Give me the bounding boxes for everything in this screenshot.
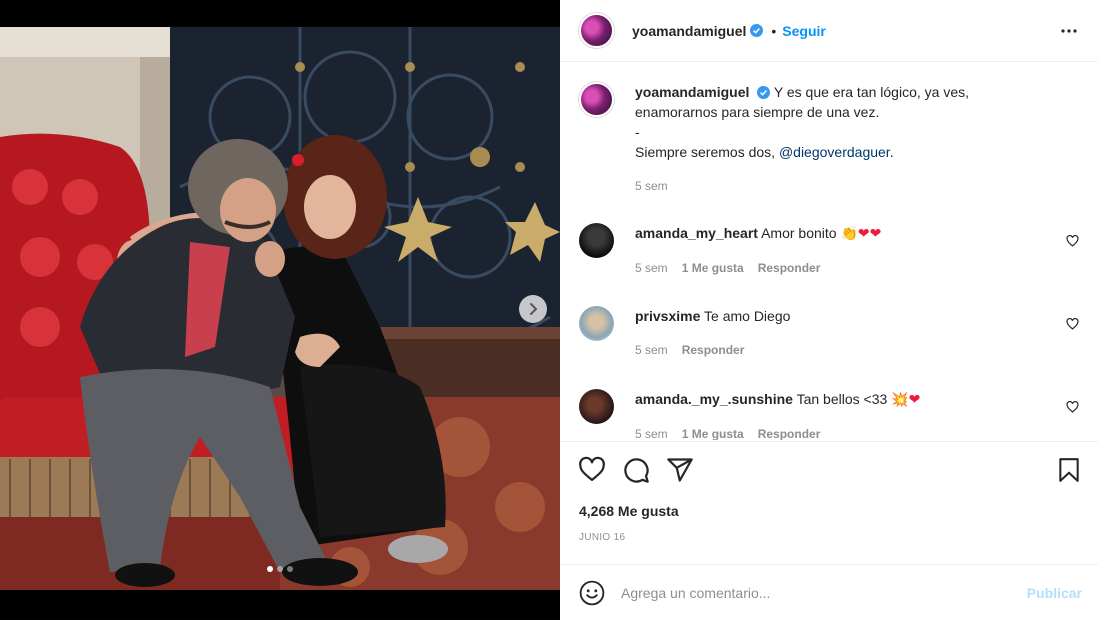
photo-illustration [0,27,560,590]
caption-line-4-prefix: Siempre seremos dos, [635,144,779,160]
comment-item: privsxime Te amo Diego 5 sem Responder [579,306,1079,360]
carousel-dot-1 [267,566,273,572]
owner-username[interactable]: yoamandamiguel [632,23,746,39]
comment-body: amanda._my_.sunshine Tan bellos <33 💥❤ 5… [635,389,1055,440]
comment-username[interactable]: privsxime [635,308,700,324]
action-bar [578,456,1082,484]
more-horizontal-icon[interactable] [1060,22,1078,40]
caption-body: yoamandamiguel Y es que era tan lógico, … [635,82,1055,196]
smiley-icon[interactable] [579,580,605,606]
comment-username[interactable]: amanda._my_.sunshine [635,391,793,407]
comment-avatar[interactable] [579,389,614,424]
post-sidebar: yoamandamiguel • Seguir yoamandamiguel Y… [560,0,1098,620]
heart-emoji: ❤ [857,226,870,242]
caption-username[interactable]: yoamandamiguel [635,84,749,100]
comment-text: Amor bonito [761,225,837,241]
bookmark-icon[interactable] [1056,456,1082,484]
caption-line-1: Y es que era tan lógico, ya ves, [773,84,969,100]
comment-icon[interactable] [622,456,650,484]
header-separator: • [771,22,777,39]
comment-text: Tan bellos <33 [796,391,888,407]
caption-line-4-suffix: . [889,144,894,160]
carousel-indicator [0,566,560,572]
caption-mention[interactable]: @diegoverdaguer [779,144,890,160]
post-media [0,0,560,620]
comment-body: amanda_my_heart Amor bonito 👏❤❤ 5 sem 1 … [635,223,1055,278]
comment-item: amanda._my_.sunshine Tan bellos <33 💥❤ 5… [579,389,1079,440]
comment-username[interactable]: amanda_my_heart [635,225,758,241]
next-slide-button[interactable] [519,295,547,323]
carousel-dot-3 [287,566,293,572]
reply-button[interactable]: Responder [682,340,745,360]
collision-emoji: 💥 [891,392,909,408]
verified-badge-icon [750,24,764,37]
chevron-right-icon [530,303,538,315]
comment-body: privsxime Te amo Diego 5 sem Responder [635,306,1055,360]
comment-likes[interactable]: 1 Me gusta [682,424,744,440]
comment-input[interactable] [621,584,1001,601]
add-comment-bar: Publicar [560,564,1098,620]
comment-item: amanda_my_heart Amor bonito 👏❤❤ 5 sem 1 … [579,223,1079,278]
caption: yoamandamiguel Y es que era tan lógico, … [579,82,1079,196]
actions-divider [560,441,1098,442]
follow-button[interactable]: Seguir [782,23,826,39]
verified-badge-icon [757,86,771,99]
comment-avatar[interactable] [579,223,614,258]
clap-emoji: 👏 [840,226,858,242]
heart-emoji: ❤ [908,392,921,408]
heart-icon[interactable] [578,456,606,484]
comment-time[interactable]: 5 sem [635,340,668,360]
likes-count[interactable]: 4,268 Me gusta [579,503,679,519]
comment-time[interactable]: 5 sem [635,258,668,278]
post-photo[interactable] [0,27,560,590]
caption-line-2: enamorarnos para siempre de una vez. [635,104,880,120]
comment-like-heart-icon[interactable] [1066,235,1079,247]
comment-text: Te amo Diego [704,308,791,324]
reply-button[interactable]: Responder [758,424,821,440]
comment-avatar[interactable] [579,306,614,341]
owner-avatar[interactable] [579,13,614,48]
paper-plane-icon[interactable] [666,456,694,484]
comment-likes[interactable]: 1 Me gusta [682,258,744,278]
reply-button[interactable]: Responder [758,258,821,278]
comment-like-heart-icon[interactable] [1066,401,1079,413]
caption-line-3: - [635,124,640,140]
caption-avatar[interactable] [579,82,614,117]
comment-like-heart-icon[interactable] [1066,318,1079,330]
comments-list[interactable]: yoamandamiguel Y es que era tan lógico, … [560,63,1098,440]
comment-time[interactable]: 5 sem [635,424,668,440]
heart-emoji: ❤ [869,226,882,242]
publish-button[interactable]: Publicar [1027,585,1082,601]
caption-line-4: Siempre seremos dos, @diegoverdaguer. [635,142,1055,162]
caption-time[interactable]: 5 sem [635,176,668,196]
post-date[interactable]: JUNIO 16 [579,532,625,543]
post-header: yoamandamiguel • Seguir [560,0,1098,62]
carousel-dot-2 [277,566,283,572]
